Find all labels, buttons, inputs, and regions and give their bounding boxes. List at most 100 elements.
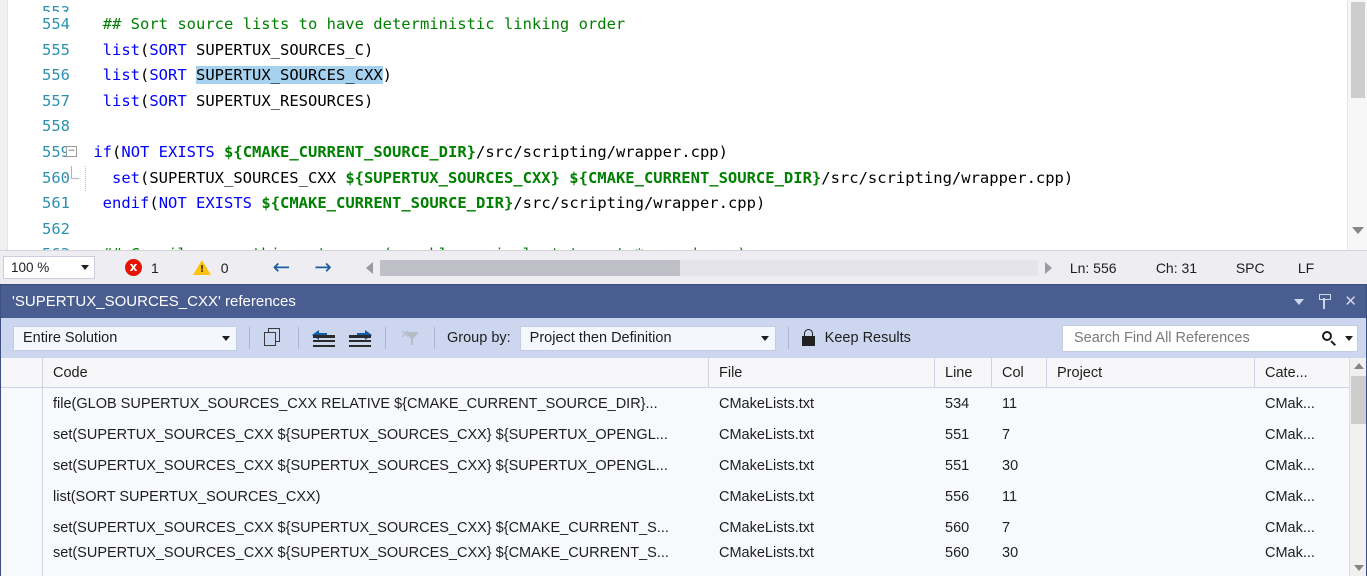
navigate-backward-icon[interactable]: ←	[273, 257, 291, 278]
code-line[interactable]: 556 list(SORT SUPERTUX_SOURCES_CXX)	[8, 63, 1347, 89]
lock-icon[interactable]	[801, 329, 817, 347]
error-count-value: 1	[151, 260, 159, 276]
chevron-down-icon[interactable]	[1345, 336, 1353, 341]
navigate-forward-icon[interactable]: →	[314, 257, 332, 278]
code-line[interactable]: 559 if(NOT EXISTS ${CMAKE_CURRENT_SOURCE…	[8, 140, 1347, 166]
expand-all-icon[interactable]	[347, 326, 373, 350]
scroll-right-icon[interactable]	[1045, 262, 1052, 274]
code-line-text: endif(NOT EXISTS ${CMAKE_CURRENT_SOURCE_…	[84, 194, 765, 212]
horizontal-scroll-thumb[interactable]	[380, 260, 680, 276]
column-header-line[interactable]: Line	[935, 358, 992, 388]
table-row[interactable]: set(SUPERTUX_SOURCES_CXX ${SUPERTUX_SOUR…	[1, 419, 1366, 450]
cell-line: 534	[935, 388, 992, 419]
group-by-label: Group by:	[447, 330, 511, 346]
grid-gutter-divider	[42, 388, 43, 576]
group-by-value: Project then Definition	[530, 330, 672, 346]
references-toolbar: Entire Solution ✕ Group by:	[1, 318, 1366, 358]
group-by-dropdown[interactable]: Project then Definition	[520, 326, 776, 351]
line-number-status: Ln: 556	[1070, 260, 1156, 276]
column-header-file[interactable]: File	[709, 358, 935, 388]
code-line[interactable]: 562	[8, 217, 1347, 243]
code-line[interactable]: 557 list(SORT SUPERTUX_RESOURCES)	[8, 89, 1347, 115]
line-number: 562	[8, 217, 70, 243]
panel-window-controls[interactable]: ✕	[1294, 285, 1357, 318]
cell-col: 11	[992, 388, 1047, 419]
navigation-arrows[interactable]: ← →	[273, 257, 332, 278]
code-line[interactable]: 561 endif(NOT EXISTS ${CMAKE_CURRENT_SOU…	[8, 191, 1347, 217]
table-row[interactable]: list(SORT SUPERTUX_SOURCES_CXX)CMakeList…	[1, 481, 1366, 512]
column-number-status: Ch: 31	[1156, 260, 1236, 276]
code-line[interactable]: 560 set(SUPERTUX_SOURCES_CXX ${SUPERTUX_…	[8, 166, 1347, 192]
collapse-region-icon[interactable]: −	[66, 146, 77, 157]
chevron-down-icon	[81, 265, 89, 270]
warning-icon	[193, 260, 211, 275]
table-row[interactable]: set(SUPERTUX_SOURCES_CXX ${SUPERTUX_SOUR…	[1, 512, 1366, 543]
code-line[interactable]: 563 ## Compile everything at once (rough…	[8, 242, 1347, 250]
cell-file: CMakeLists.txt	[709, 450, 935, 481]
editor-scrollbar-thumb[interactable]	[1351, 2, 1365, 98]
chevron-down-icon	[222, 336, 230, 341]
code-line[interactable]: 553	[8, 0, 1347, 12]
scroll-down-icon[interactable]	[1352, 227, 1364, 234]
cell-file: CMakeLists.txt	[709, 481, 935, 512]
row-gutter	[1, 388, 43, 419]
horizontal-scroll-track[interactable]	[380, 260, 1038, 276]
search-icon[interactable]	[1321, 330, 1338, 347]
error-count-indicator[interactable]: x 1	[125, 259, 159, 276]
code-line[interactable]: 554 ## Sort source lists to have determi…	[8, 12, 1347, 38]
code-line[interactable]: 558	[8, 114, 1347, 140]
search-input[interactable]	[1072, 329, 1321, 347]
toolbar-separator	[434, 327, 435, 349]
cell-category: CMak...	[1255, 388, 1351, 419]
pin-icon[interactable]	[1318, 294, 1330, 309]
editor-vertical-scrollbar[interactable]	[1347, 0, 1367, 250]
toolbar-separator	[249, 327, 250, 349]
table-row[interactable]: file(GLOB SUPERTUX_SOURCES_CXX RELATIVE …	[1, 388, 1366, 419]
scope-value: Entire Solution	[23, 330, 117, 346]
code-line[interactable]: 555 list(SORT SUPERTUX_SOURCES_C)	[8, 38, 1347, 64]
keep-results-toggle[interactable]: Keep Results	[825, 330, 911, 346]
search-find-all-references-box[interactable]	[1062, 325, 1358, 352]
cell-project	[1047, 388, 1255, 419]
collapse-all-icon[interactable]	[311, 326, 337, 350]
table-row[interactable]: set(SUPERTUX_SOURCES_CXX ${SUPERTUX_SOUR…	[1, 543, 1366, 563]
scope-dropdown[interactable]: Entire Solution	[13, 326, 237, 351]
table-row[interactable]: set(SUPERTUX_SOURCES_CXX ${SUPERTUX_SOUR…	[1, 450, 1366, 481]
column-header-code[interactable]: Code	[43, 358, 709, 388]
code-line-text: if(NOT EXISTS ${CMAKE_CURRENT_SOURCE_DIR…	[84, 143, 728, 161]
close-icon[interactable]: ✕	[1344, 294, 1357, 309]
line-number: 561	[8, 191, 70, 217]
code-text-area[interactable]: 553554 ## Sort source lists to have dete…	[8, 0, 1347, 250]
row-gutter	[1, 419, 43, 450]
panel-title-bar: 'SUPERTUX_SOURCES_CXX' references ✕	[1, 285, 1366, 318]
cell-col: 11	[992, 481, 1047, 512]
column-header-col[interactable]: Col	[992, 358, 1047, 388]
references-results-grid[interactable]: Code File Line Col Project Cate... file(…	[1, 358, 1366, 576]
row-gutter	[1, 450, 43, 481]
cell-code: file(GLOB SUPERTUX_SOURCES_CXX RELATIVE …	[43, 388, 709, 419]
cell-file: CMakeLists.txt	[709, 388, 935, 419]
column-header-category[interactable]: Cate...	[1255, 358, 1351, 388]
results-scrollbar-thumb[interactable]	[1351, 376, 1366, 424]
results-body[interactable]: file(GLOB SUPERTUX_SOURCES_CXX RELATIVE …	[1, 388, 1366, 563]
code-editor[interactable]: 553554 ## Sort source lists to have dete…	[0, 0, 1367, 250]
caret-position-group: Ln: 556 Ch: 31 SPC LF	[1070, 260, 1328, 276]
column-header-project[interactable]: Project	[1047, 358, 1255, 388]
cell-col: 7	[992, 419, 1047, 450]
cell-code: set(SUPERTUX_SOURCES_CXX ${SUPERTUX_SOUR…	[43, 419, 709, 450]
results-vertical-scrollbar[interactable]	[1349, 358, 1366, 576]
cell-project	[1047, 512, 1255, 543]
editor-horizontal-scrollbar[interactable]	[366, 258, 1052, 278]
cell-category: CMak...	[1255, 543, 1351, 563]
scroll-left-icon[interactable]	[366, 262, 373, 274]
line-number: 557	[8, 89, 70, 115]
header-gutter	[1, 358, 43, 388]
warning-count-indicator[interactable]: 0	[193, 260, 229, 276]
row-gutter	[1, 481, 43, 512]
scroll-down-icon[interactable]	[1354, 565, 1364, 571]
copy-icon[interactable]	[262, 326, 286, 350]
zoom-level-dropdown[interactable]: 100 %	[3, 256, 95, 279]
scroll-up-icon[interactable]	[1354, 363, 1364, 369]
line-number: 556	[8, 63, 70, 89]
chevron-down-icon[interactable]	[1294, 299, 1304, 305]
